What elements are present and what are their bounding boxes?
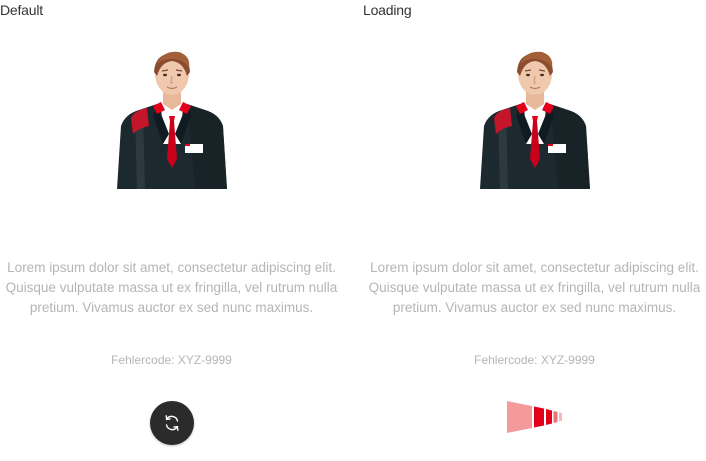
retry-button[interactable] <box>150 401 194 445</box>
error-message: Lorem ipsum dolor sit amet, consectetur … <box>5 260 338 315</box>
service-agent-illustration <box>480 51 590 189</box>
loading-state-panel: Loading Lorem ipsum dolor sit amet, cons… <box>363 0 706 461</box>
default-state-panel: Default Lorem ipsum dolor sit amet, cons… <box>0 0 343 461</box>
refresh-icon <box>165 415 179 431</box>
error-code: Fehlercode: XYZ-9999 <box>111 353 232 367</box>
loading-indicator-icon <box>507 401 562 433</box>
error-message: Lorem ipsum dolor sit amet, consectetur … <box>368 260 701 315</box>
service-agent-illustration <box>117 51 227 189</box>
state-label-loading: Loading <box>363 2 412 18</box>
error-code: Fehlercode: XYZ-9999 <box>474 353 595 367</box>
state-label-default: Default <box>0 2 43 18</box>
